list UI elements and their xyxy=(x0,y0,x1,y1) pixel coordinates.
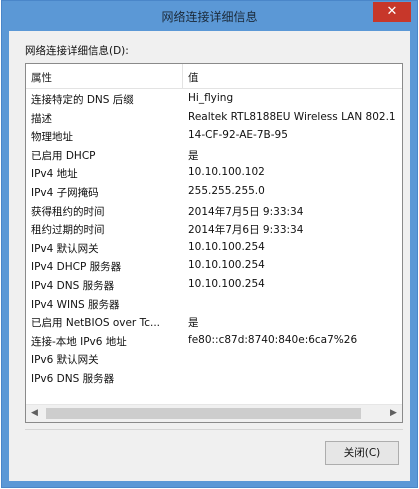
close-button[interactable]: 关闭(C) xyxy=(325,441,399,465)
scrollbar-thumb[interactable] xyxy=(46,408,361,419)
list-row[interactable]: 获得租约的时间 2014年7月5日 9:33:34 xyxy=(26,202,402,221)
row-property: 获得租约的时间 xyxy=(31,205,105,218)
row-value: 10.10.100.254 xyxy=(188,259,265,272)
row-property: 租约过期的时间 xyxy=(31,224,105,237)
list-row[interactable]: IPv6 默认网关 xyxy=(26,350,402,369)
close-window-button[interactable]: ✕ xyxy=(373,2,411,22)
row-property: IPv6 默认网关 xyxy=(31,354,99,367)
column-divider[interactable] xyxy=(182,64,183,88)
row-value: Realtek RTL8188EU Wireless LAN 802.1 xyxy=(188,110,396,123)
row-property: 已启用 NetBIOS over Tc... xyxy=(31,317,161,330)
list-rows: 连接特定的 DNS 后缀 Hi_flying 描述 Realtek RTL8188E… xyxy=(26,90,402,388)
row-property: 连接特定的 DNS 后缀 xyxy=(31,94,134,106)
list-row[interactable]: IPv6 DNS 服务器 xyxy=(26,369,402,388)
list-row[interactable]: IPv4 地址 10.10.100.102 xyxy=(26,164,402,183)
row-property: 物理地址 xyxy=(31,131,73,144)
row-value: 10.10.100.102 xyxy=(188,166,265,179)
row-property: 连接-本地 IPv6 地址 xyxy=(31,335,127,348)
dialog-body: 网络连接详细信息(D): 属性 值 连接特定的 DNS 后缀 Hi_flying … xyxy=(9,31,410,481)
row-property: IPv4 默认网关 xyxy=(31,242,99,255)
network-connection-details-dialog: 网络连接详细信息 ✕ 网络连接详细信息(D): 属性 值 连接特定的 DNS 后… xyxy=(1,0,418,488)
horizontal-scrollbar[interactable]: ◀ ▶ xyxy=(26,404,402,422)
divider xyxy=(25,429,403,430)
list-header: 属性 值 xyxy=(26,64,402,89)
list-row[interactable]: 物理地址 14-CF-92-AE-7B-95 xyxy=(26,127,402,146)
row-value: 10.10.100.254 xyxy=(188,240,265,253)
list-row[interactable]: IPv4 DNS 服务器 10.10.100.254 xyxy=(26,276,402,295)
row-value: 10.10.100.254 xyxy=(188,277,265,290)
list-row[interactable]: 已启用 NetBIOS over Tc... 是 xyxy=(26,313,402,332)
row-value: 是 xyxy=(188,149,199,162)
row-value: 是 xyxy=(188,317,199,330)
scroll-right-arrow-icon[interactable]: ▶ xyxy=(385,405,402,422)
row-value: 14-CF-92-AE-7B-95 xyxy=(188,129,288,142)
row-value: 255.255.255.0 xyxy=(188,184,265,197)
row-property: IPv6 DNS 服务器 xyxy=(31,372,115,385)
column-header-property[interactable]: 属性 xyxy=(31,70,179,88)
details-list[interactable]: 属性 值 连接特定的 DNS 后缀 Hi_flying 描述 Realtek RTL… xyxy=(25,63,403,423)
title-bar[interactable]: 网络连接详细信息 ✕ xyxy=(2,1,417,31)
list-row[interactable]: IPv4 子网掩码 255.255.255.0 xyxy=(26,183,402,202)
list-row[interactable]: 连接特定的 DNS 后缀 Hi_flying xyxy=(26,90,402,109)
list-row[interactable]: 已启用 DHCP 是 xyxy=(26,146,402,165)
list-row[interactable]: IPv4 DHCP 服务器 10.10.100.254 xyxy=(26,257,402,276)
row-property: 已启用 DHCP xyxy=(31,149,96,162)
row-value: Hi_flying xyxy=(188,92,234,104)
row-property: IPv4 WINS 服务器 xyxy=(31,298,120,311)
list-row[interactable]: 租约过期的时间 2014年7月6日 9:33:34 xyxy=(26,220,402,239)
window-title: 网络连接详细信息 xyxy=(161,10,258,24)
scroll-left-arrow-icon[interactable]: ◀ xyxy=(26,405,43,422)
list-row[interactable]: IPv4 WINS 服务器 xyxy=(26,295,402,314)
row-value: fe80::c87d:8740:840e:6ca7%26 xyxy=(188,333,358,346)
row-property: IPv4 地址 xyxy=(31,168,78,181)
row-value: 2014年7月6日 9:33:34 xyxy=(188,224,304,237)
list-row[interactable]: 连接-本地 IPv6 地址 fe80::c87d:8740:840e:6ca7%2… xyxy=(26,332,402,351)
row-property: IPv4 DHCP 服务器 xyxy=(31,261,122,274)
row-property: IPv4 子网掩码 xyxy=(31,186,99,199)
row-property: 描述 xyxy=(31,112,52,125)
list-row[interactable]: 描述 Realtek RTL8188EU Wireless LAN 802.1 xyxy=(26,109,402,128)
row-value: 2014年7月5日 9:33:34 xyxy=(188,205,304,218)
column-header-value[interactable]: 值 xyxy=(188,70,388,88)
details-caption: 网络连接详细信息(D): xyxy=(25,45,129,57)
row-property: IPv4 DNS 服务器 xyxy=(31,279,115,292)
list-row[interactable]: IPv4 默认网关 10.10.100.254 xyxy=(26,239,402,258)
